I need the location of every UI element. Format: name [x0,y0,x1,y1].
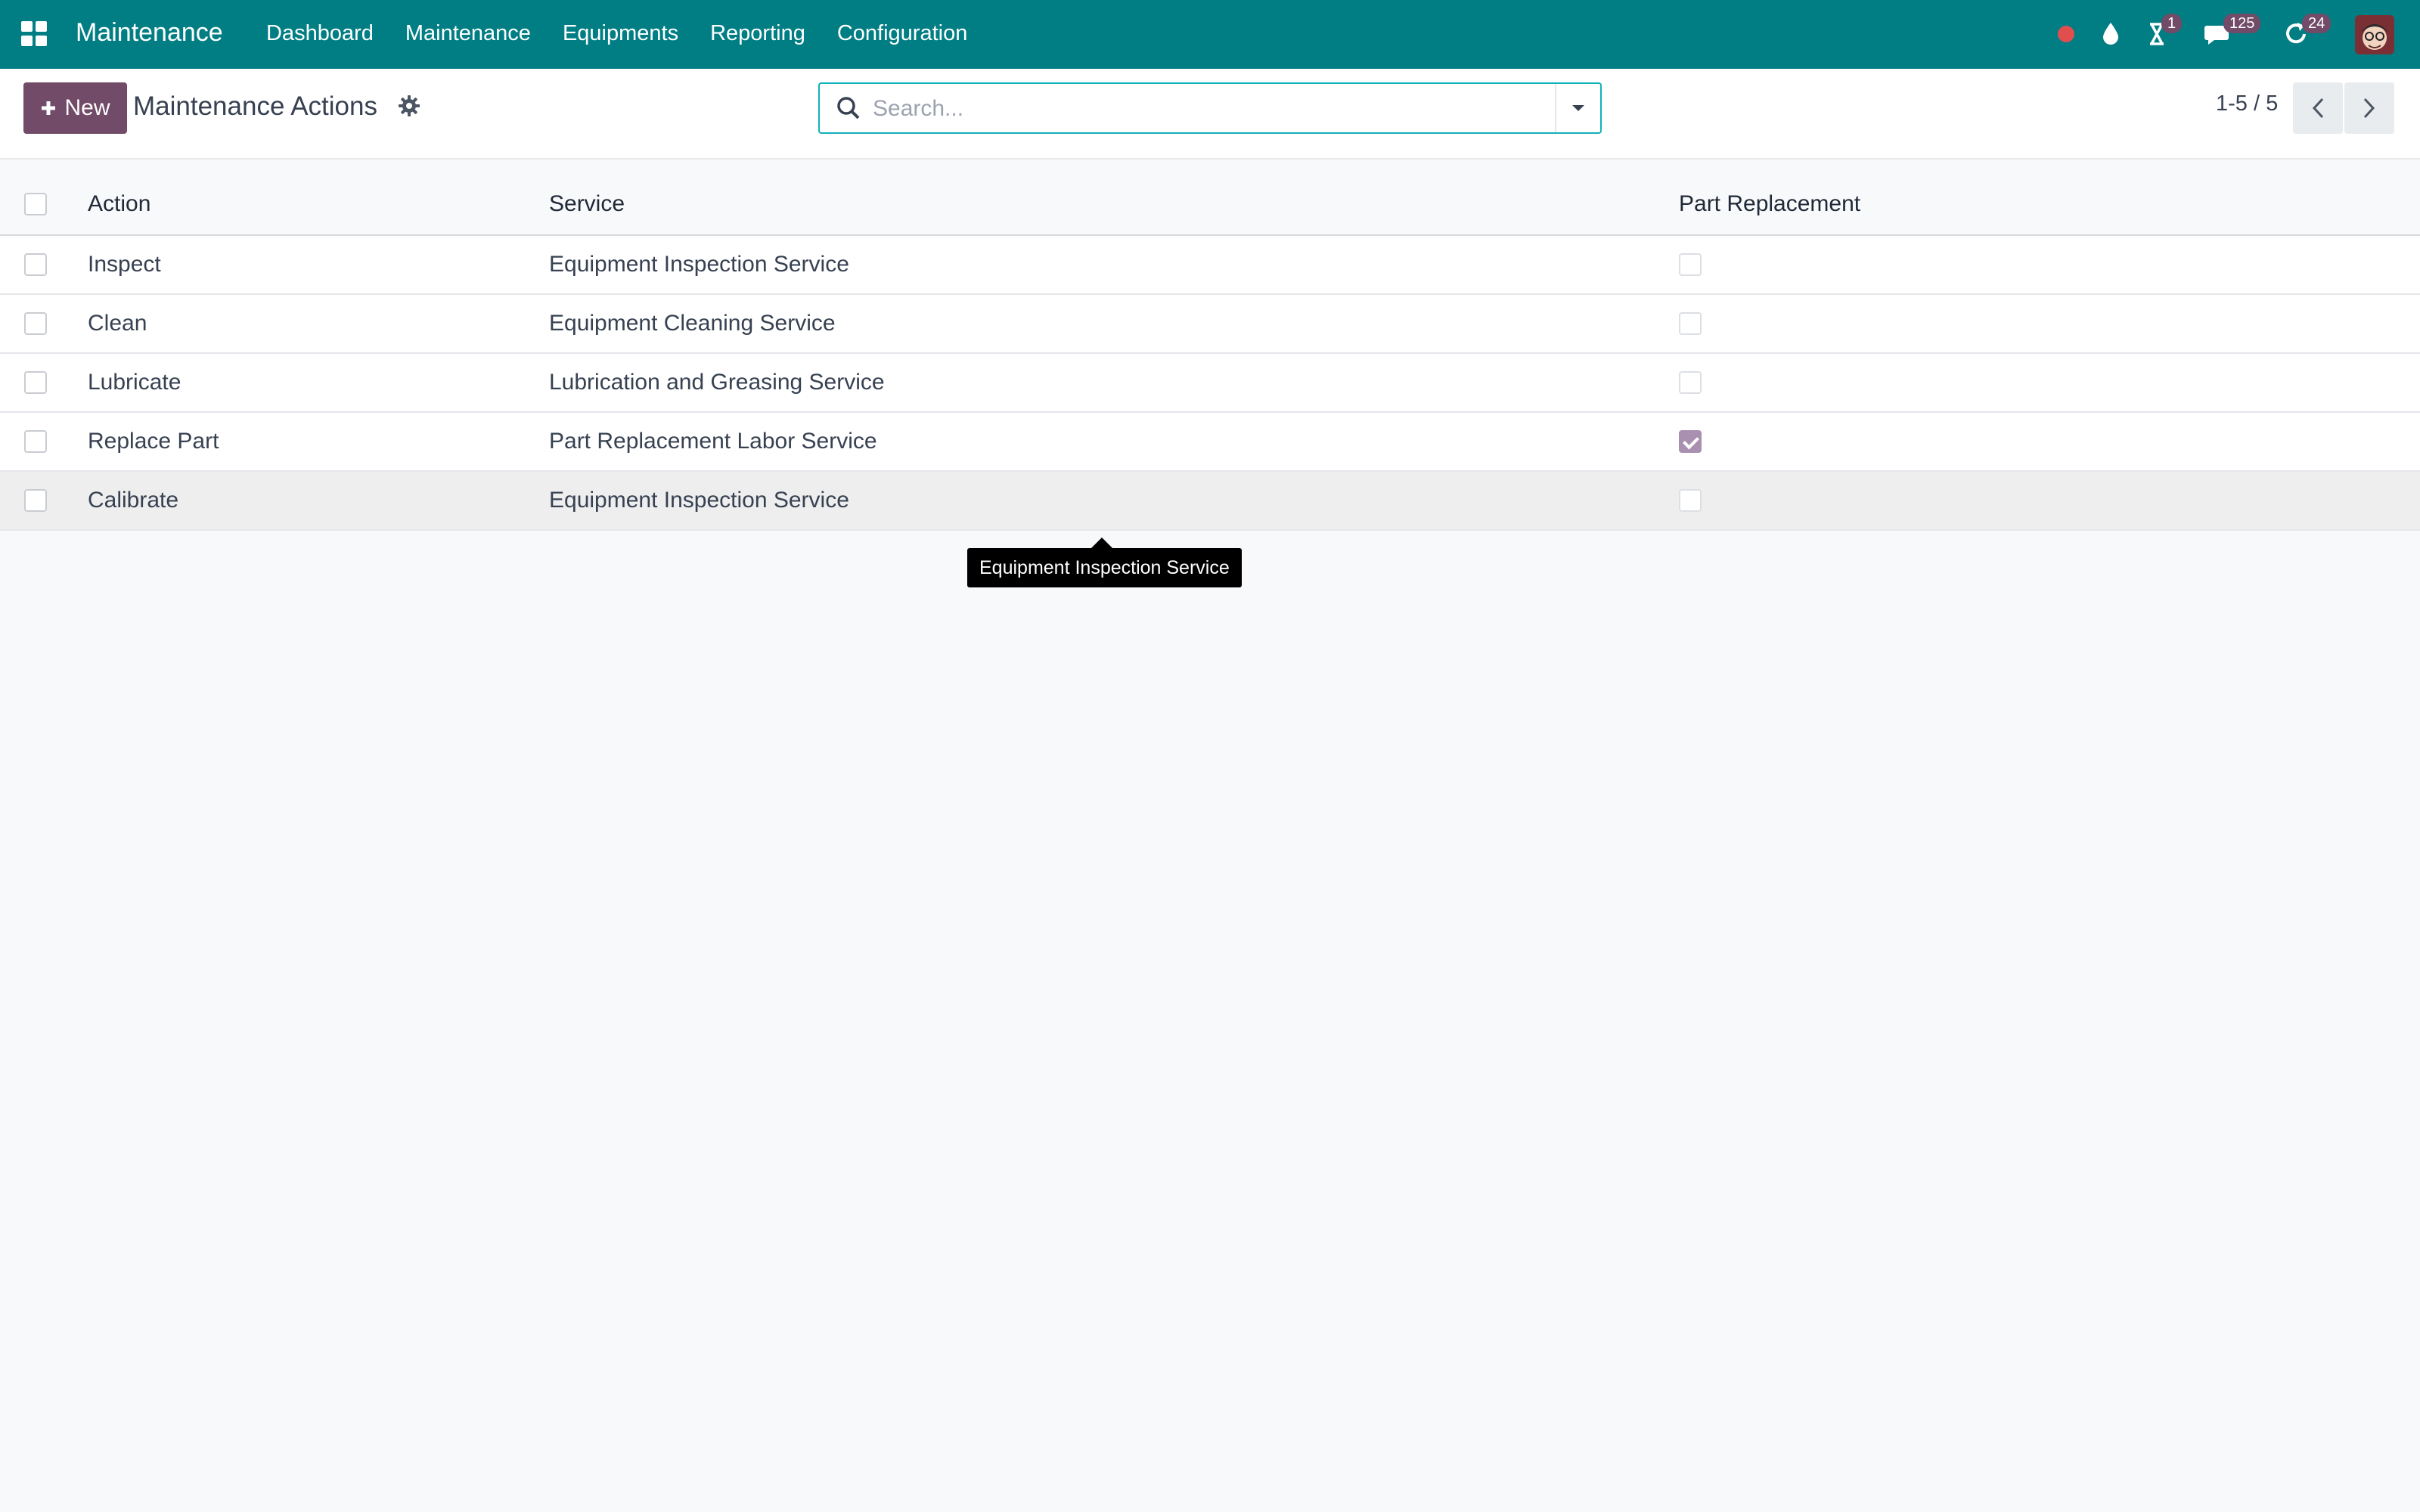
pager-value[interactable]: 1-5 / 5 [2216,91,2278,116]
messages-badge: 125 [2223,14,2261,33]
search-input[interactable] [873,93,1531,125]
apps-menu-icon[interactable] [21,21,48,47]
user-avatar[interactable] [2355,15,2394,54]
plus-icon [42,101,56,115]
top-navbar: Maintenance Dashboard Maintenance Equipm… [0,0,2420,69]
gear-icon[interactable] [398,94,420,117]
action-cell[interactable]: Clean [88,295,147,352]
service-cell[interactable]: Equipment Cleaning Service [549,295,836,352]
main-menu: Dashboard Maintenance Equipments Reporti… [266,21,999,46]
search-bar [818,82,1602,134]
new-button-label: New [64,95,110,120]
action-cell[interactable]: Calibrate [88,472,178,529]
activity-hourglass-icon[interactable]: 1 [2140,14,2183,51]
action-cell[interactable]: Replace Part [88,413,219,470]
drop-icon[interactable] [2093,17,2128,51]
action-cell[interactable]: Lubricate [88,354,181,411]
service-cell[interactable]: Lubrication and Greasing Service [549,354,885,411]
table-row[interactable]: Replace Part Part Replacement Labor Serv… [0,413,2420,472]
messages-icon[interactable]: 125 [2201,14,2261,51]
list-table: Action Service Part Replacement Inspect … [0,174,2420,531]
menu-equipments[interactable]: Equipments [563,21,678,46]
pager-previous-button[interactable] [2293,82,2343,134]
menu-maintenance[interactable]: Maintenance [405,21,531,46]
column-header-part-replacement[interactable]: Part Replacement [1679,174,1860,234]
table-row[interactable]: Calibrate Equipment Inspection Service [0,472,2420,531]
part-replacement-checkbox[interactable] [1679,472,1702,529]
chevron-right-icon [2363,98,2375,119]
updates-badge: 24 [2302,14,2332,33]
row-select-checkbox[interactable] [24,413,47,470]
part-replacement-checkbox[interactable] [1679,295,1702,352]
table-row[interactable]: Lubricate Lubrication and Greasing Servi… [0,354,2420,413]
updates-icon[interactable]: 24 [2279,14,2332,51]
menu-dashboard[interactable]: Dashboard [266,21,374,46]
column-header-action[interactable]: Action [88,174,150,234]
search-icon [835,94,862,122]
action-cell[interactable]: Inspect [88,236,161,293]
service-cell[interactable]: Part Replacement Labor Service [549,413,877,470]
part-replacement-checkbox[interactable] [1679,354,1702,411]
row-select-checkbox[interactable] [24,236,47,293]
row-select-checkbox[interactable] [24,295,47,352]
service-tooltip: Equipment Inspection Service [967,538,1242,587]
record-icon[interactable] [2051,17,2086,51]
menu-reporting[interactable]: Reporting [710,21,805,46]
service-cell[interactable]: Equipment Inspection Service [549,472,849,529]
part-replacement-checkbox[interactable] [1679,236,1702,293]
control-panel: New Maintenance Actions 1-5 / 5 [0,69,2420,160]
select-all-checkbox[interactable] [24,174,47,234]
search-options-toggle[interactable] [1555,84,1600,132]
page-title[interactable]: Maintenance Actions [133,91,377,122]
row-select-checkbox[interactable] [24,472,47,529]
chevron-left-icon [2312,98,2324,119]
service-cell[interactable]: Equipment Inspection Service [549,236,849,293]
column-header-service[interactable]: Service [549,174,625,234]
pager-next-button[interactable] [2344,82,2394,134]
row-select-checkbox[interactable] [24,354,47,411]
table-row[interactable]: Inspect Equipment Inspection Service [0,236,2420,295]
app-name[interactable]: Maintenance [76,18,223,48]
new-button[interactable]: New [23,82,127,134]
part-replacement-checkbox[interactable] [1679,413,1702,470]
caret-down-icon [1572,105,1584,111]
table-row[interactable]: Clean Equipment Cleaning Service [0,295,2420,354]
table-header: Action Service Part Replacement [0,174,2420,236]
menu-configuration[interactable]: Configuration [837,21,968,46]
activity-badge: 1 [2161,14,2183,33]
